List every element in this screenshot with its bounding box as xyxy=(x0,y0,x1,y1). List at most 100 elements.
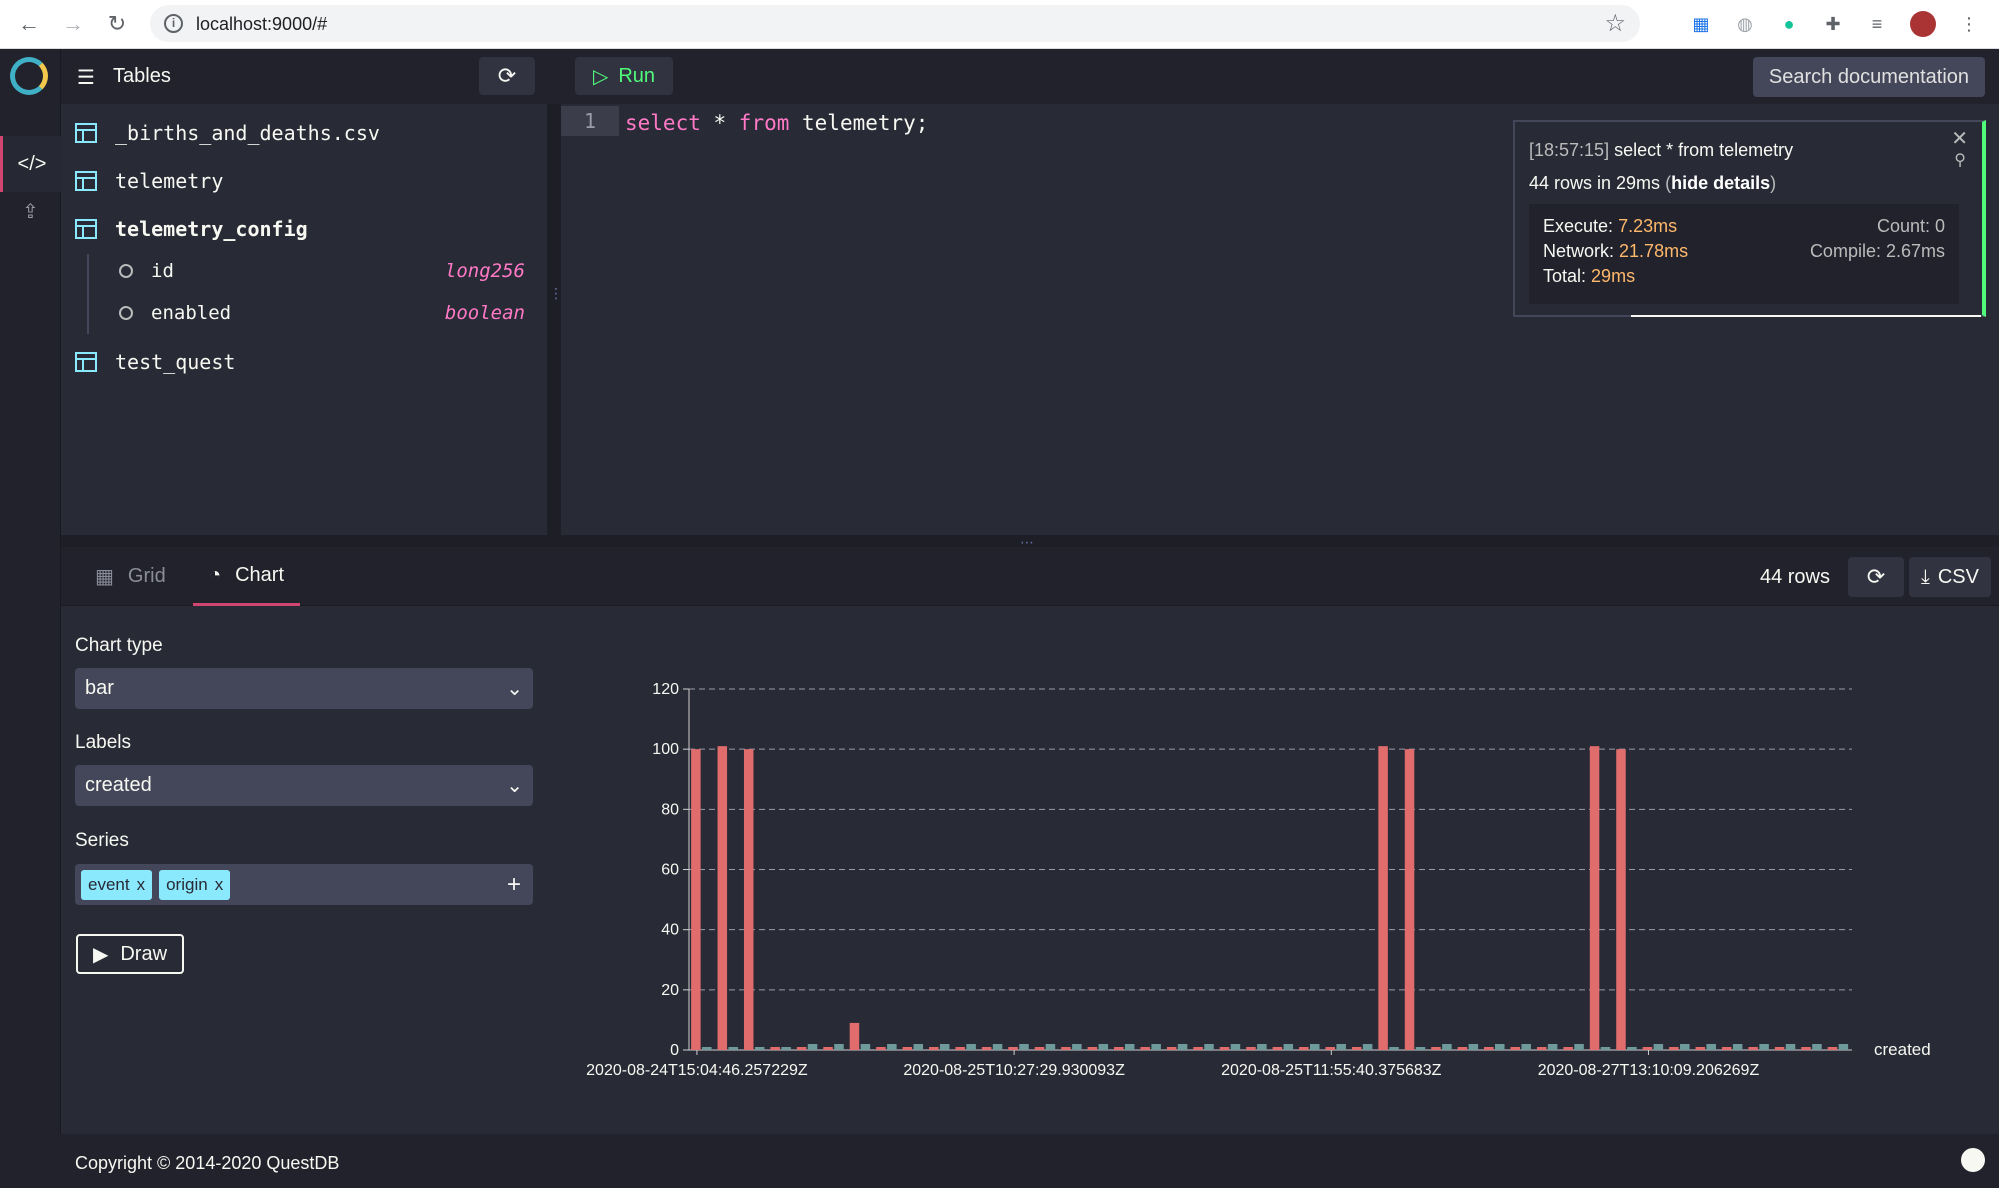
add-series-icon[interactable]: + xyxy=(507,871,521,899)
vertical-splitter-handle[interactable]: ⋮ xyxy=(549,285,563,303)
table-icon xyxy=(75,171,97,191)
bar-origin xyxy=(702,1046,712,1050)
tab-chart[interactable]: ◔ Chart xyxy=(193,547,300,606)
media-control-icon[interactable]: ≡ xyxy=(1864,11,1890,37)
bar-origin xyxy=(1124,1043,1135,1050)
run-button[interactable]: ▷ Run xyxy=(575,57,673,95)
bar-event xyxy=(1087,1046,1098,1050)
avatar[interactable] xyxy=(1910,11,1936,37)
bar-event xyxy=(981,1046,992,1050)
upload-icon[interactable]: ⇪ xyxy=(0,183,61,239)
code-line[interactable]: select * from telemetry; xyxy=(625,108,928,138)
pin-icon[interactable]: ⚲ xyxy=(1954,150,1966,170)
reload-icon[interactable]: ↻ xyxy=(102,9,132,39)
tables-header: ☰ Tables ⟳ xyxy=(61,49,547,104)
table-item-expanded[interactable]: telemetry_config xyxy=(75,213,308,245)
bar-event xyxy=(1378,746,1388,1050)
bar-origin xyxy=(1177,1043,1188,1050)
bar-origin xyxy=(1759,1043,1769,1050)
y-tick-label: 100 xyxy=(652,741,679,758)
keyword-token: from xyxy=(738,111,790,135)
bar-event xyxy=(1510,1046,1521,1050)
column-type: boolean xyxy=(444,302,525,324)
column-item[interactable]: enabled boolean xyxy=(89,297,525,329)
address-bar[interactable]: i localhost:9000/# ☆ xyxy=(150,5,1640,42)
site-info-icon[interactable]: i xyxy=(164,14,183,33)
csv-download-button[interactable]: ⤓ CSV xyxy=(1909,557,1991,597)
bar-origin xyxy=(1362,1043,1373,1050)
close-icon[interactable]: ✕ xyxy=(1951,126,1968,151)
bar-event xyxy=(1114,1046,1124,1050)
y-tick-label: 0 xyxy=(670,1042,679,1059)
column-type: long256 xyxy=(444,260,525,282)
labels-value: created xyxy=(85,774,152,796)
column-name: id xyxy=(151,260,174,282)
column-item[interactable]: id long256 xyxy=(89,255,525,287)
bar-event xyxy=(1484,1046,1494,1050)
refresh-icon: ⟳ xyxy=(1866,564,1886,589)
bar-event xyxy=(1563,1046,1573,1050)
bar-origin xyxy=(1151,1043,1161,1050)
extension-icon[interactable]: ◍ xyxy=(1732,11,1758,37)
bar-origin xyxy=(1706,1043,1716,1050)
refresh-results-button[interactable]: ⟳ xyxy=(1848,557,1904,597)
icon-rail: </> ⇪ xyxy=(0,49,61,1188)
back-icon[interactable]: ← xyxy=(14,9,44,39)
database-icon: ☰ xyxy=(77,67,95,89)
table-name: _births_and_deaths.csv xyxy=(115,121,380,145)
grammarly-icon[interactable]: ● xyxy=(1776,11,1802,37)
query-notification: [18:57:15] select * from telemetry 44 ro… xyxy=(1513,120,1986,317)
labels-select[interactable]: created ⌄ xyxy=(75,765,533,806)
table-item[interactable]: test_quest xyxy=(75,346,235,378)
bar-event xyxy=(1351,1046,1362,1050)
bar-origin xyxy=(1468,1043,1479,1050)
remove-chip-icon[interactable]: x xyxy=(215,875,224,895)
bar-event xyxy=(1325,1046,1335,1050)
bar-origin xyxy=(807,1043,818,1050)
chevron-down-icon: ⌄ xyxy=(506,678,523,700)
keyword-token: select xyxy=(625,111,701,135)
line-number: 1 xyxy=(561,106,619,136)
url-text[interactable]: localhost:9000/# xyxy=(196,14,327,35)
forward-icon[interactable]: → xyxy=(58,9,88,39)
chevron-down-icon: ⌄ xyxy=(506,775,523,797)
remove-chip-icon[interactable]: x xyxy=(137,875,146,895)
table-name: telemetry xyxy=(115,169,224,193)
x-tick-label: 2020-08-25T11:55:40.375683Z xyxy=(1221,1062,1442,1079)
bar-event xyxy=(1431,1046,1441,1050)
execute-row: Execute: 7.23ms Count: 0 xyxy=(1543,216,1945,241)
hide-details-link[interactable]: hide details xyxy=(1671,173,1770,193)
bookmark-star-icon[interactable]: ☆ xyxy=(1604,9,1626,38)
bar-origin xyxy=(1336,1043,1346,1050)
windows-extension-icon[interactable]: ▦ xyxy=(1688,11,1714,37)
table-item[interactable]: telemetry xyxy=(75,165,223,197)
bar-origin xyxy=(754,1046,765,1050)
github-icon[interactable] xyxy=(1961,1148,1985,1172)
execute-label: Execute: xyxy=(1543,216,1614,236)
search-documentation-button[interactable]: Search documentation xyxy=(1753,57,1985,97)
bar-event xyxy=(849,1022,860,1050)
draw-button[interactable]: ▶ Draw xyxy=(76,934,184,974)
puzzle-icon[interactable]: ✚ xyxy=(1820,11,1846,37)
network-label: Network: xyxy=(1543,241,1615,261)
count-value: Count: 0 xyxy=(1876,216,1945,236)
tab-grid[interactable]: ▦ Grid xyxy=(95,547,166,606)
table-icon xyxy=(75,219,97,239)
network-value: 21.78ms xyxy=(1619,241,1689,261)
bar-origin xyxy=(1019,1043,1029,1050)
execute-value: 7.23ms xyxy=(1618,216,1678,236)
menu-kebab-icon[interactable]: ⋮ xyxy=(1956,11,1982,37)
table-item[interactable]: _births_and_deaths.csv xyxy=(75,117,380,149)
bar-origin xyxy=(860,1043,871,1050)
bar-origin xyxy=(1257,1043,1267,1050)
chart-type-select[interactable]: bar ⌄ xyxy=(75,668,533,709)
bar-event xyxy=(1404,749,1415,1050)
table-icon xyxy=(75,123,97,143)
bar-origin xyxy=(966,1043,976,1050)
series-input[interactable]: event x origin x + xyxy=(75,864,533,905)
refresh-tables-button[interactable]: ⟳ xyxy=(479,57,535,95)
bar-origin xyxy=(1785,1043,1796,1050)
bar-event xyxy=(743,749,754,1050)
x-axis-label: created xyxy=(1874,1040,1931,1059)
total-label: Total: xyxy=(1543,266,1587,286)
